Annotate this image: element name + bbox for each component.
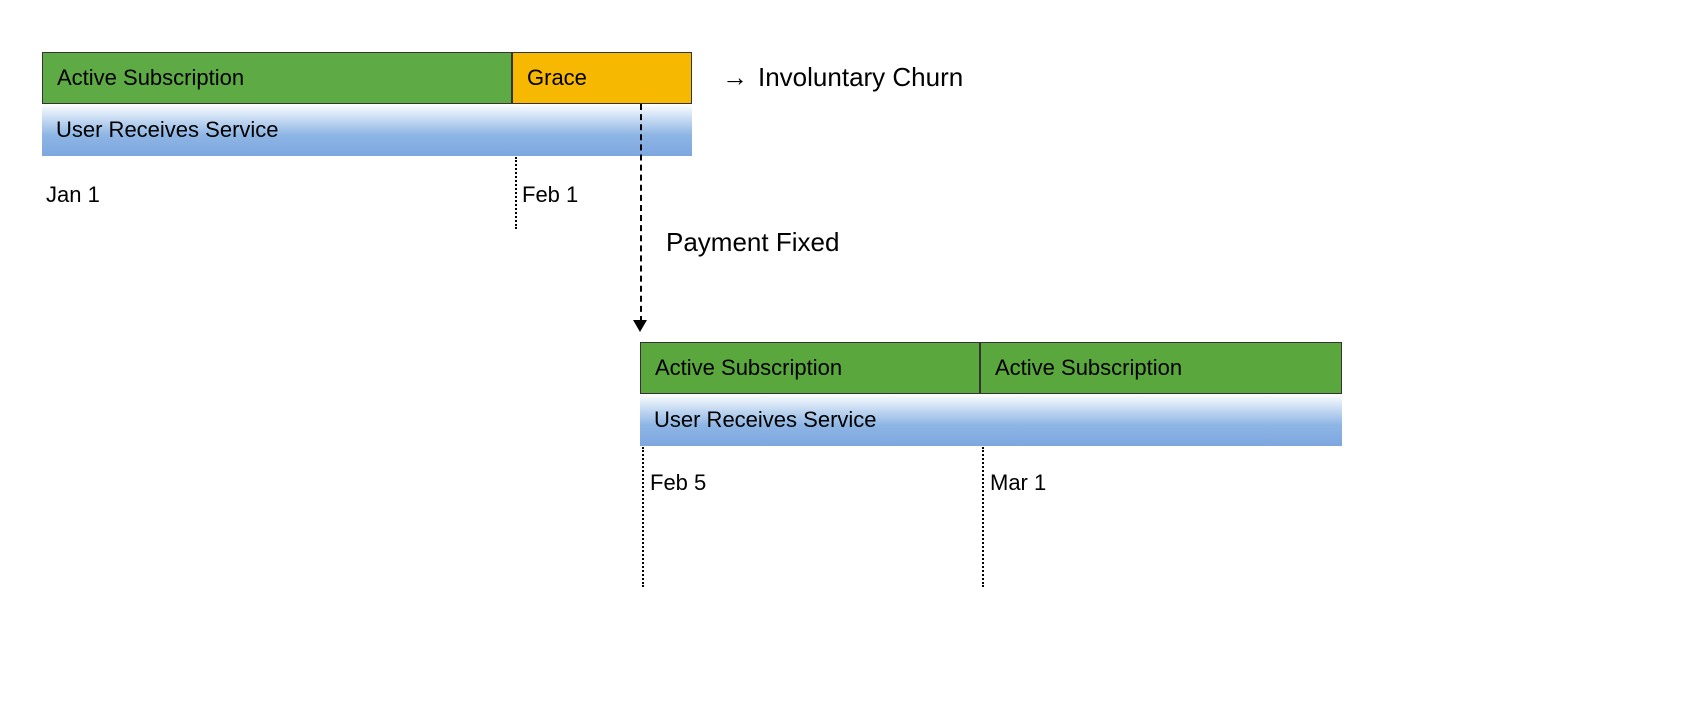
- involuntary-churn-text: Involuntary Churn: [758, 62, 963, 92]
- date-mar1: Mar 1: [990, 470, 1046, 496]
- date-jan1: Jan 1: [46, 182, 100, 208]
- arrow-right-icon: →: [722, 62, 748, 93]
- date-feb5: Feb 5: [650, 470, 706, 496]
- divider-feb5-dotted: [642, 447, 644, 587]
- bottom-active-subscription-1-bar: Active Subscription: [640, 342, 980, 394]
- top-service-bar: User Receives Service: [42, 104, 692, 156]
- date-feb1: Feb 1: [522, 182, 578, 208]
- bottom-active1-label: Active Subscription: [655, 355, 842, 381]
- bottom-active2-label: Active Subscription: [995, 355, 1182, 381]
- top-active-subscription-bar: Active Subscription: [42, 52, 512, 104]
- payment-fixed-annotation: Payment Fixed: [666, 227, 839, 258]
- arrow-down-icon: [633, 320, 647, 332]
- top-service-label: User Receives Service: [56, 117, 279, 143]
- top-active-subscription-label: Active Subscription: [57, 65, 244, 91]
- bottom-service-label: User Receives Service: [654, 407, 877, 433]
- bottom-active-subscription-2-bar: Active Subscription: [980, 342, 1342, 394]
- involuntary-churn-annotation: → Involuntary Churn: [722, 62, 963, 93]
- subscription-lifecycle-diagram: Active Subscription Grace → Involuntary C…: [42, 52, 1654, 652]
- divider-feb1-dotted: [515, 157, 517, 229]
- top-grace-label: Grace: [527, 65, 587, 91]
- top-grace-bar: Grace: [512, 52, 692, 104]
- bottom-service-bar: User Receives Service: [640, 394, 1342, 446]
- arrow-payment-fixed-line: [640, 104, 642, 322]
- divider-mar1-dotted: [982, 447, 984, 587]
